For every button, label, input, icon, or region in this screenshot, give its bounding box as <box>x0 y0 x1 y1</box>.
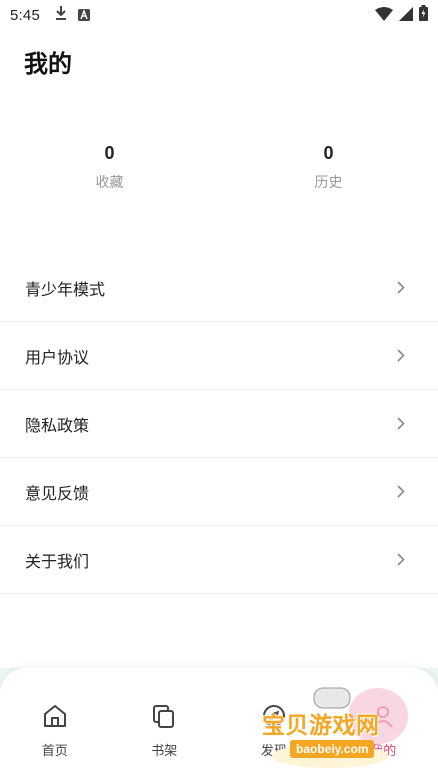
menu-item-label: 青少年模式 <box>25 279 106 299</box>
menu-item-about-us[interactable]: 关于我们 <box>0 526 438 594</box>
download-icon <box>54 5 68 25</box>
battery-icon <box>419 5 428 25</box>
menu-item-user-agreement[interactable]: 用户协议 <box>0 322 438 390</box>
tab-home[interactable]: 首页 <box>0 668 110 778</box>
chevron-right-icon <box>394 281 408 295</box>
status-system-icons <box>375 5 428 25</box>
chevron-right-icon <box>394 553 408 567</box>
menu-item-label: 用户协议 <box>25 347 90 367</box>
home-icon <box>41 702 69 730</box>
status-bar: 5:45 <box>0 0 438 30</box>
profile-icon <box>369 702 397 730</box>
chevron-right-icon <box>394 417 408 431</box>
chevron-right-icon <box>394 485 408 499</box>
stats-row: 0 收藏 0 历史 <box>0 140 438 192</box>
status-notification-icons <box>54 5 90 25</box>
stat-favorites-count: 0 <box>104 143 115 163</box>
bookshelf-icon <box>150 702 178 730</box>
page-title: 我的 <box>24 50 72 78</box>
tab-profile-label: 我的 <box>370 744 397 759</box>
menu-item-label: 关于我们 <box>25 551 90 571</box>
menu-item-label: 隐私政策 <box>25 415 90 435</box>
tab-discover[interactable]: 发现 <box>219 668 329 778</box>
stat-favorites-label: 收藏 <box>95 175 124 191</box>
discover-icon <box>260 702 288 730</box>
app-notification-icon <box>78 6 90 25</box>
tab-discover-label: 发现 <box>260 744 287 759</box>
bottom-tab-bar: 首页 书架 发现 我的 <box>0 668 438 778</box>
menu-item-feedback[interactable]: 意见反馈 <box>0 458 438 526</box>
stat-favorites[interactable]: 0 收藏 <box>0 140 219 192</box>
stat-history-label: 历史 <box>314 175 343 191</box>
stat-history-count: 0 <box>323 143 334 163</box>
chevron-right-icon <box>394 349 408 363</box>
tab-bookshelf[interactable]: 书架 <box>110 668 220 778</box>
tab-profile[interactable]: 我的 <box>329 668 438 778</box>
menu-item-teen-mode[interactable]: 青少年模式 <box>0 254 438 322</box>
menu-item-privacy-policy[interactable]: 隐私政策 <box>0 390 438 458</box>
settings-menu: 青少年模式 用户协议 隐私政策 意见反馈 关于我们 <box>0 254 438 594</box>
tab-bookshelf-label: 书架 <box>151 744 178 759</box>
status-time: 5:45 <box>10 6 40 24</box>
menu-item-label: 意见反馈 <box>25 483 90 503</box>
signal-icon <box>399 6 413 25</box>
stat-history[interactable]: 0 历史 <box>219 140 438 192</box>
wifi-icon <box>375 6 393 25</box>
tab-home-label: 首页 <box>41 744 68 759</box>
